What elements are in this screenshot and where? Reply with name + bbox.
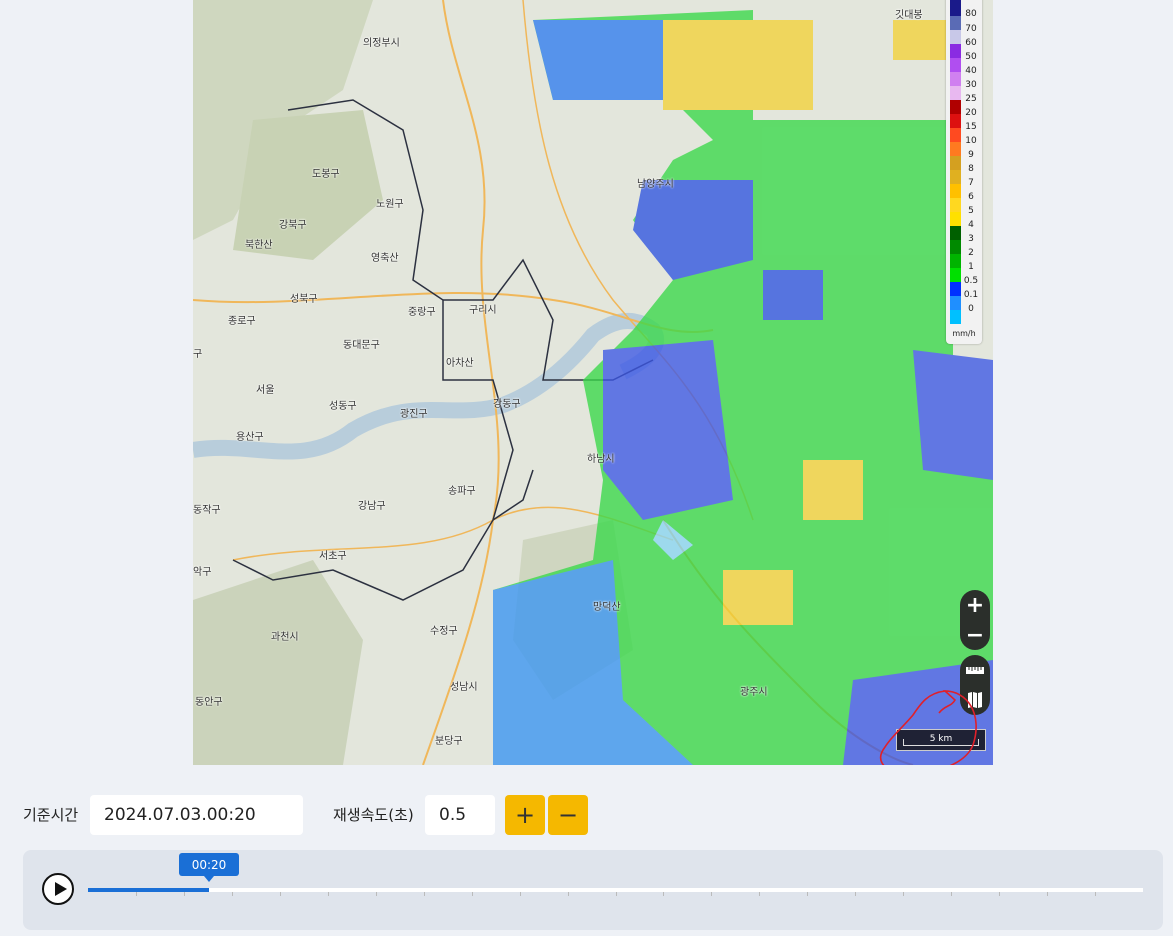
- rain-legend: 80 70 60 50 40 30 25 20 15 10 9 8 7 6 5 …: [946, 0, 982, 344]
- speed-field[interactable]: 0.5: [425, 795, 495, 835]
- timeline-tick: [1047, 892, 1048, 896]
- legend-tick: 3: [968, 234, 974, 244]
- timeline-tick: [472, 892, 473, 896]
- map-label: 광진구: [400, 409, 428, 420]
- map-label: 과천시: [271, 632, 299, 643]
- legend-tick: 9: [968, 150, 974, 160]
- legend-tick: 50: [965, 52, 977, 62]
- map-label: 광주시: [740, 687, 768, 698]
- timeline-tick: [568, 892, 569, 896]
- timeline-tick: [328, 892, 329, 896]
- map-label: 아차산: [446, 358, 474, 369]
- timeline-tick: [999, 892, 1000, 896]
- map-label: 남양주시: [637, 179, 674, 190]
- map-label: 북한산: [245, 240, 273, 251]
- legend-tick: 4: [968, 220, 974, 230]
- legend-tick: 1: [968, 262, 974, 272]
- legend-tick: 0.5: [963, 276, 979, 286]
- speed-label: 재생속도(초): [333, 806, 414, 824]
- map-label: 노원구: [376, 199, 404, 210]
- map-label: 동작구: [193, 505, 221, 516]
- legend-tick: 6: [968, 192, 974, 202]
- base-time-field[interactable]: 2024.07.03.00:20: [90, 795, 303, 835]
- timeline-tick: [616, 892, 617, 896]
- legend-tick: 8: [968, 164, 974, 174]
- map-canvas[interactable]: [193, 0, 993, 765]
- map-label: 악구: [193, 567, 212, 578]
- legend-tick: 30: [965, 80, 977, 90]
- radar-map[interactable]: 의정부시 도봉구 노원구 강북구 북한산 영축산 성북구 종로구 중랑구 구리시…: [193, 0, 993, 765]
- map-label: 도봉구: [312, 169, 340, 180]
- timeline-tick: [376, 892, 377, 896]
- zoom-controls: + −: [960, 590, 990, 650]
- speed-up-button[interactable]: +: [505, 795, 545, 835]
- annotation-circle: [879, 690, 977, 765]
- timeline-tick: [232, 892, 233, 896]
- legend-tick: 7: [968, 178, 974, 188]
- legend-tick: 70: [965, 24, 977, 34]
- map-label: 중랑구: [408, 307, 436, 318]
- map-label: 하남시: [587, 454, 615, 465]
- legend-tick: 40: [965, 66, 977, 76]
- legend-tick: 25: [965, 94, 977, 104]
- legend-tick: 5: [968, 206, 974, 216]
- current-time-bubble: 00:20: [179, 853, 239, 882]
- map-label: 강북구: [279, 220, 307, 231]
- map-label: 성남시: [450, 682, 478, 693]
- timeline-tick: [759, 892, 760, 896]
- timeline-tick: [136, 892, 137, 896]
- map-label: 의정부시: [363, 38, 400, 49]
- timeline-tick: [951, 892, 952, 896]
- timeline-tick: [184, 892, 185, 896]
- legend-unit: mm/h: [952, 329, 976, 338]
- legend-tick: 2: [968, 248, 974, 258]
- map-label: 깃대봉: [895, 10, 923, 21]
- legend-tick: 20: [965, 108, 977, 118]
- map-label: 종로구: [228, 316, 256, 327]
- speed-down-button[interactable]: −: [548, 795, 588, 835]
- ruler-icon: [966, 667, 984, 674]
- ruler-button[interactable]: [960, 655, 990, 685]
- legend-tick: 10: [965, 136, 977, 146]
- zoom-out-button[interactable]: −: [960, 620, 990, 650]
- timeline-tick: [807, 892, 808, 896]
- timeline-tick: [280, 892, 281, 896]
- map-label: 강동구: [493, 399, 521, 410]
- map-label: 성동구: [329, 401, 357, 412]
- map-label: 용산구: [236, 432, 264, 443]
- map-label: 송파구: [448, 486, 476, 497]
- timeline-tick: [663, 892, 664, 896]
- map-label: 망덕산: [593, 602, 621, 613]
- timeline-tick: [903, 892, 904, 896]
- map-label: 구: [193, 349, 203, 360]
- legend-tick: 0.1: [963, 290, 979, 300]
- timeline-progress: [88, 888, 210, 892]
- map-label: 서초구: [319, 551, 347, 562]
- map-label: 동대문구: [343, 340, 380, 351]
- timeline-tick: [424, 892, 425, 896]
- map-label: 동안구: [195, 697, 223, 708]
- map-label: 영축산: [371, 253, 399, 264]
- timeline-tick: [855, 892, 856, 896]
- timeline-tick: [1095, 892, 1096, 896]
- map-label: 강남구: [358, 501, 386, 512]
- legend-tick: 60: [965, 38, 977, 48]
- map-label: 구리시: [469, 305, 497, 316]
- map-label: 수정구: [430, 626, 458, 637]
- timeline-tick: [711, 892, 712, 896]
- base-time-label: 기준시간: [23, 806, 79, 824]
- zoom-in-button[interactable]: +: [960, 590, 990, 620]
- legend-tick: 15: [965, 122, 977, 132]
- legend-tick: 0: [968, 304, 974, 314]
- timeline-track[interactable]: [88, 888, 1143, 896]
- timeline-player: 00:20: [23, 850, 1163, 930]
- play-button[interactable]: [42, 873, 74, 905]
- legend-tick: 80: [965, 9, 977, 19]
- map-label: 분당구: [435, 736, 463, 747]
- map-label: 서울: [256, 385, 275, 396]
- map-label: 성북구: [290, 294, 318, 305]
- timeline-tick: [520, 892, 521, 896]
